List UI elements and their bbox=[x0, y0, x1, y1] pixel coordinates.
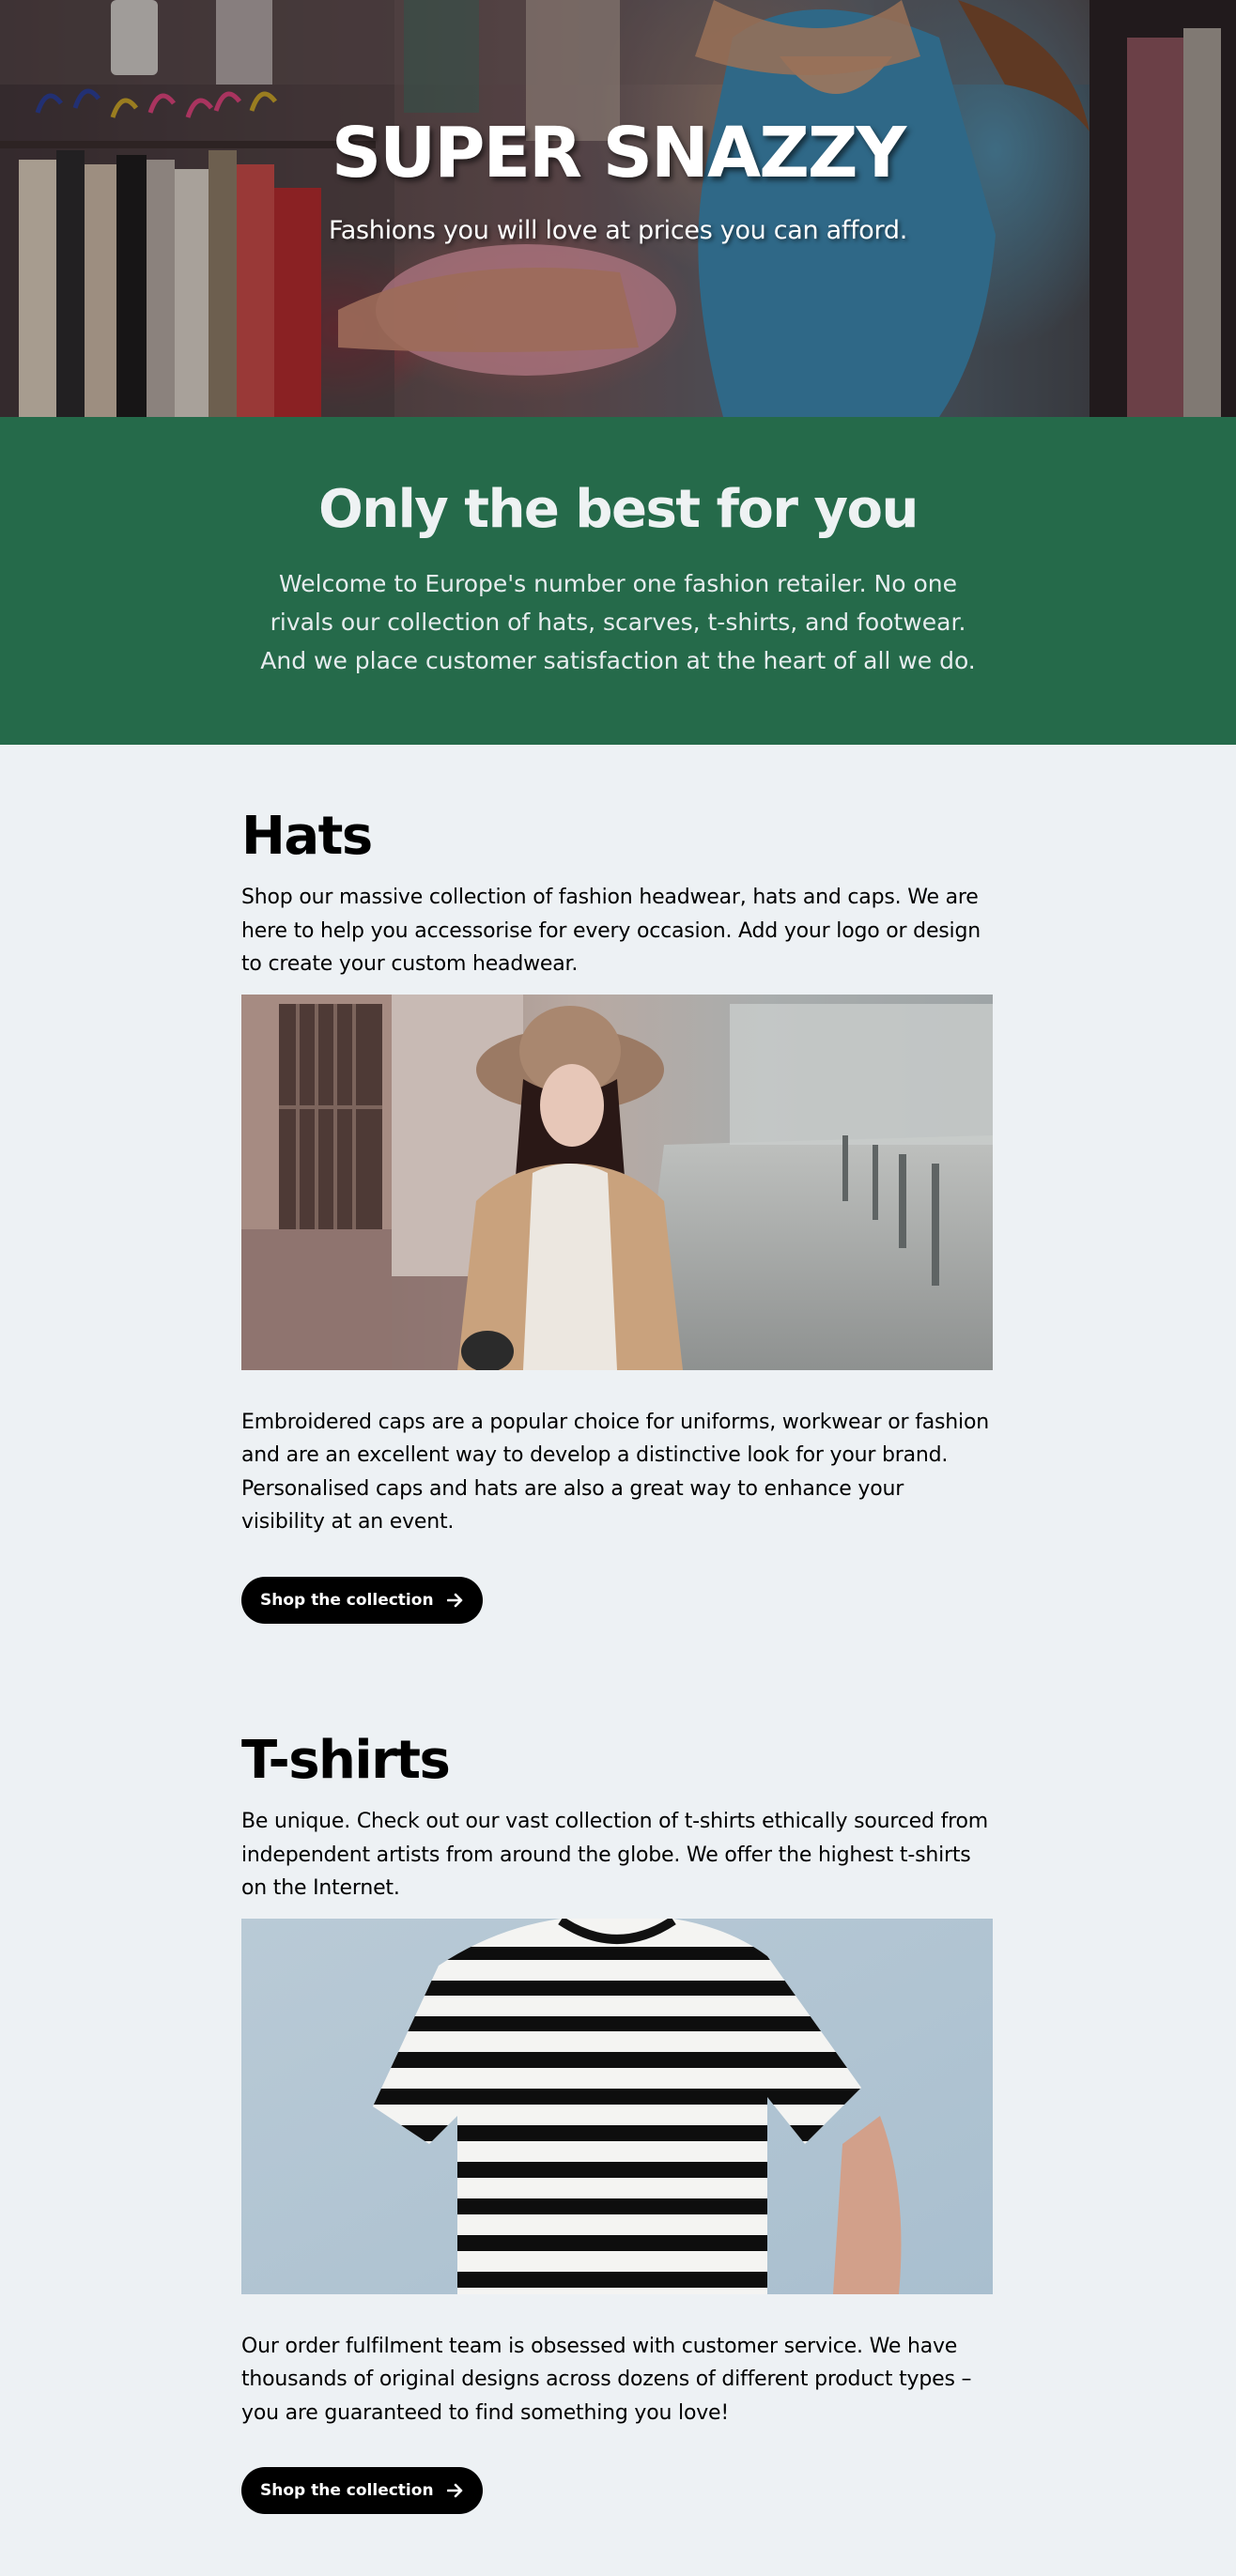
shop-collection-label: Shop the collection bbox=[260, 1590, 434, 1610]
hero-subtitle: Fashions you will love at prices you can… bbox=[329, 216, 907, 245]
hats-photo bbox=[241, 994, 993, 1370]
section-body: Our order fulfilment team is obsessed wi… bbox=[241, 2334, 972, 2425]
section-lead: Shop our massive collection of fashion h… bbox=[241, 886, 981, 976]
arrow-right-icon bbox=[446, 2483, 464, 2498]
hero-title: SUPER SNAZZY bbox=[331, 113, 906, 193]
section-heading: T-shirts bbox=[241, 1730, 451, 1791]
tshirts-photo bbox=[241, 1918, 993, 2294]
hero-photo bbox=[0, 0, 1236, 417]
intro-heading: Only the best for you bbox=[318, 479, 919, 540]
tshirts-section: T-shirts Be unique. Check out our vast c… bbox=[241, 1728, 993, 2514]
hats-section: Hats Shop our massive collection of fash… bbox=[241, 804, 993, 1624]
section-body: Embroidered caps are a popular choice fo… bbox=[241, 1410, 989, 1535]
hero-banner: SUPER SNAZZY Fashions you will love at p… bbox=[0, 0, 1236, 417]
intro-text: Welcome to Europe's number one fashion r… bbox=[260, 570, 976, 674]
shop-collection-button[interactable]: Shop the collection bbox=[241, 1576, 483, 1624]
shop-collection-button[interactable]: Shop the collection bbox=[241, 2467, 483, 2514]
section-lead: Be unique. Check out our vast collection… bbox=[241, 1810, 988, 1900]
section-heading: Hats bbox=[241, 806, 373, 867]
arrow-right-icon bbox=[446, 1593, 464, 1608]
shop-collection-label: Shop the collection bbox=[260, 2481, 434, 2500]
intro-band: Only the best for you Welcome to Europe'… bbox=[0, 417, 1236, 745]
